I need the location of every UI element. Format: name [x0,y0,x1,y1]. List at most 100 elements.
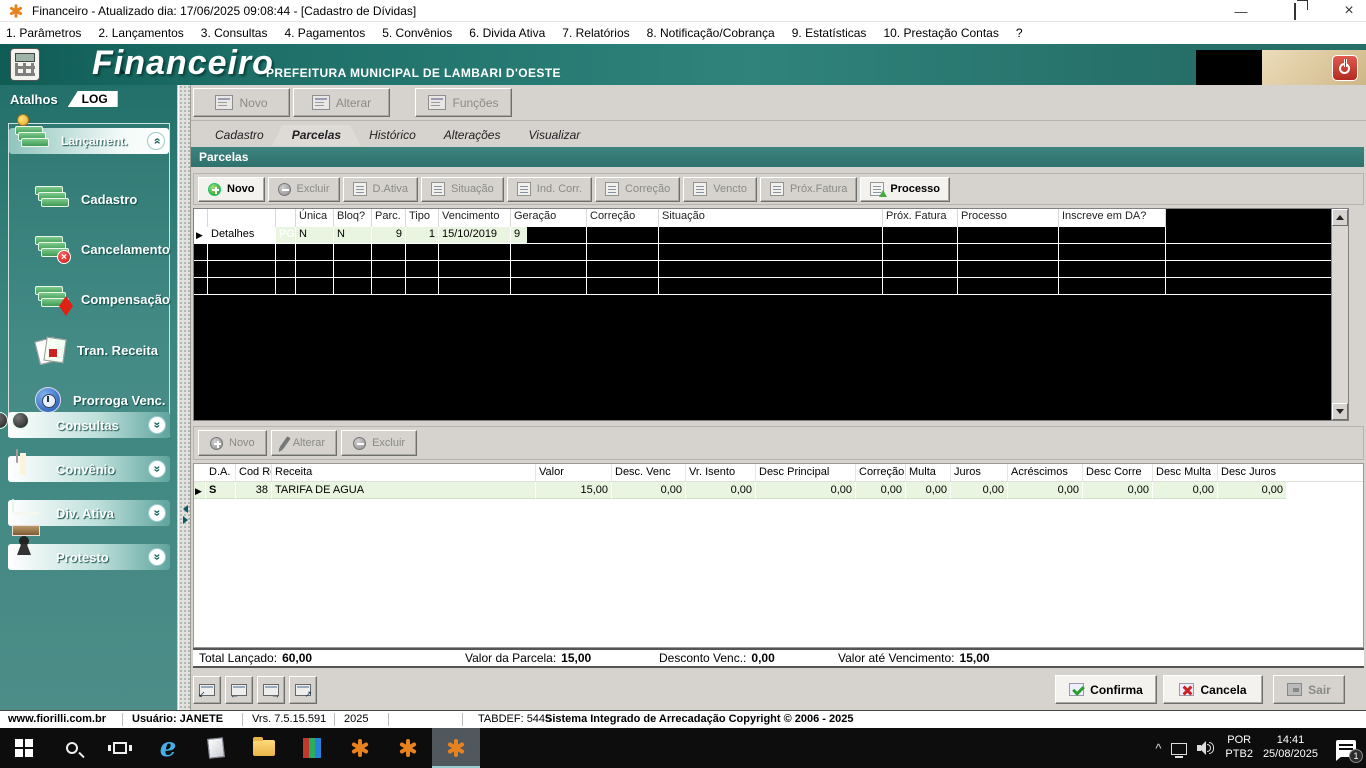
col-cod-rec[interactable]: Cod Rec [236,464,272,481]
parcela-processo-button[interactable]: Processo [860,177,950,202]
vertical-scrollbar[interactable] [1331,209,1348,420]
col-geracao[interactable]: Geração [511,209,587,227]
sidebar-splitter[interactable] [178,85,191,710]
sidebar-section-div-ativa[interactable]: Div. Ativa » [8,500,170,526]
fiorilli-app1-button[interactable] [336,728,384,768]
col-desc-juros[interactable]: Desc Juros [1218,464,1286,481]
col-correcao2[interactable]: Correção [856,464,906,481]
menu-parametros[interactable]: 1. Parâmetros [6,26,81,40]
alterar-top-button[interactable]: Alterar [293,88,390,117]
menu-notificacao[interactable]: 8. Notificação/Cobrança [647,26,775,40]
parcela-correcao-button[interactable]: Correção [595,177,680,202]
power-button[interactable] [1332,55,1358,81]
col-desc-corre[interactable]: Desc Corre [1083,464,1153,481]
notification-icon[interactable]: 1 [1336,740,1356,757]
col-desc-multa[interactable]: Desc Multa [1153,464,1218,481]
col-valor[interactable]: Valor [536,464,612,481]
sair-button[interactable]: Sair [1273,675,1345,704]
confirma-button[interactable]: Confirma [1055,675,1157,704]
col-parc[interactable]: Parc. [372,209,406,227]
nav-prev-button[interactable]: ← [225,676,253,704]
parcela-ind-corr-button[interactable]: Ind. Corr. [507,177,592,202]
detalhes-cell-button[interactable]: Detalhes [208,227,276,243]
start-button[interactable] [0,728,48,768]
col-multa[interactable]: Multa [906,464,951,481]
sidebar-item-cadastro[interactable]: Cadastro [35,186,137,212]
status-site[interactable]: www.fiorilli.com.br [8,713,106,725]
col-unica[interactable]: Única [296,209,334,227]
menu-prestacao[interactable]: 10. Prestação Contas [883,26,998,40]
col-inscreve-da[interactable]: Inscreve em DA? [1059,209,1166,227]
novo-top-button[interactable]: Novo [193,88,290,117]
menu-convenios[interactable]: 5. Convênios [382,26,452,40]
parcela-row[interactable]: ▶ Detalhes PG N N 9 1 15/10/2019 9 [194,227,1348,244]
sidebar-section-convenio[interactable]: Convênio » [8,456,170,482]
clock[interactable]: 14:4125/08/2025 [1263,734,1318,762]
col-acrescimos[interactable]: Acréscimos [1008,464,1083,481]
sidebar-section-protesto[interactable]: Protesto » [8,544,170,570]
sidebar-item-compensacao[interactable]: Compensação [35,286,170,312]
menu-lancamentos[interactable]: 2. Lançamentos [98,26,183,40]
col-tipo[interactable]: Tipo [406,209,439,227]
network-icon[interactable] [1171,743,1187,755]
menu-estatisticas[interactable]: 9. Estatísticas [792,26,867,40]
empty-row[interactable] [194,261,1348,278]
parcela-vencto-button[interactable]: Vencto [683,177,757,202]
scroll-down-button[interactable] [1332,403,1348,420]
close-button[interactable]: × [1340,2,1358,20]
restore-button[interactable] [1286,4,1304,19]
nav-next-button[interactable]: → [257,676,285,704]
scroll-up-button[interactable] [1332,209,1348,226]
language-indicator[interactable]: PORPTB2 [1225,734,1253,762]
nav-last-button[interactable]: ↗ [289,676,317,704]
receita-excluir-button[interactable]: Excluir [341,430,417,456]
parcela-situacao-button[interactable]: Situação [421,177,504,202]
col-vencimento[interactable]: Vencimento [439,209,511,227]
explorer-taskbar-button[interactable] [240,728,288,768]
ie-taskbar-button[interactable]: e [144,728,192,768]
tab-cadastro[interactable]: Cadastro [195,125,284,146]
sidebar-item-cancelamento[interactable]: × Cancelamento [35,236,170,262]
sidebar-item-tran-receita[interactable]: Tran. Receita [35,337,158,363]
fiorilli-app3-button-active[interactable] [432,728,480,768]
expand-div-ativa-button[interactable]: » [148,504,166,522]
col-vr-isento[interactable]: Vr. Isento [686,464,756,481]
funcoes-button[interactable]: Funções [415,88,512,117]
parcela-prox-fatura-button[interactable]: Próx.Fatura [760,177,857,202]
parcela-excluir-button[interactable]: Excluir [268,177,340,202]
menu-pagamentos[interactable]: 4. Pagamentos [284,26,365,40]
col-da[interactable]: D.A. [206,464,236,481]
col-desc-principal[interactable]: Desc Principal [756,464,856,481]
tab-alteracoes[interactable]: Alterações [424,125,521,146]
col-desc-venc[interactable]: Desc. Venc [612,464,686,481]
col-receita[interactable]: Receita [272,464,536,481]
col-processo[interactable]: Processo [958,209,1059,227]
minimize-button[interactable]: — [1232,4,1250,19]
menu-consultas[interactable]: 3. Consultas [201,26,268,40]
menu-divida-ativa[interactable]: 6. Divida Ativa [469,26,545,40]
search-button[interactable] [48,728,96,768]
collapse-button[interactable]: » [147,132,165,150]
receita-novo-button[interactable]: Novo [198,430,267,456]
col-juros[interactable]: Juros [951,464,1008,481]
menu-relatorios[interactable]: 7. Relatórios [562,26,629,40]
log-button[interactable]: LOG [68,91,118,107]
col-prox-fatura[interactable]: Próx. Fatura [883,209,958,227]
lancamentos-header[interactable]: Lançament. » [9,128,169,154]
receita-alterar-button[interactable]: Alterar [271,430,337,456]
cancela-button[interactable]: Cancela [1163,675,1263,704]
sidebar-item-prorroga-venc[interactable]: Prorroga Venc. [35,387,165,413]
speaker-icon[interactable] [1197,741,1215,755]
tab-parcelas[interactable]: Parcelas [272,125,361,146]
expand-convenio-button[interactable]: » [148,460,166,478]
expand-protesto-button[interactable]: » [148,548,166,566]
empty-row[interactable] [194,244,1348,261]
tab-historico[interactable]: Histórico [349,125,436,146]
col-bloq[interactable]: Bloq? [334,209,372,227]
parcela-dativa-button[interactable]: D.Ativa [343,177,418,202]
parcela-novo-button[interactable]: Novo [198,177,265,202]
fiorilli-app2-button[interactable] [384,728,432,768]
notepad-taskbar-button[interactable] [192,728,240,768]
col-correcao[interactable]: Correção [587,209,659,227]
nav-first-button[interactable]: ↙ [193,676,221,704]
